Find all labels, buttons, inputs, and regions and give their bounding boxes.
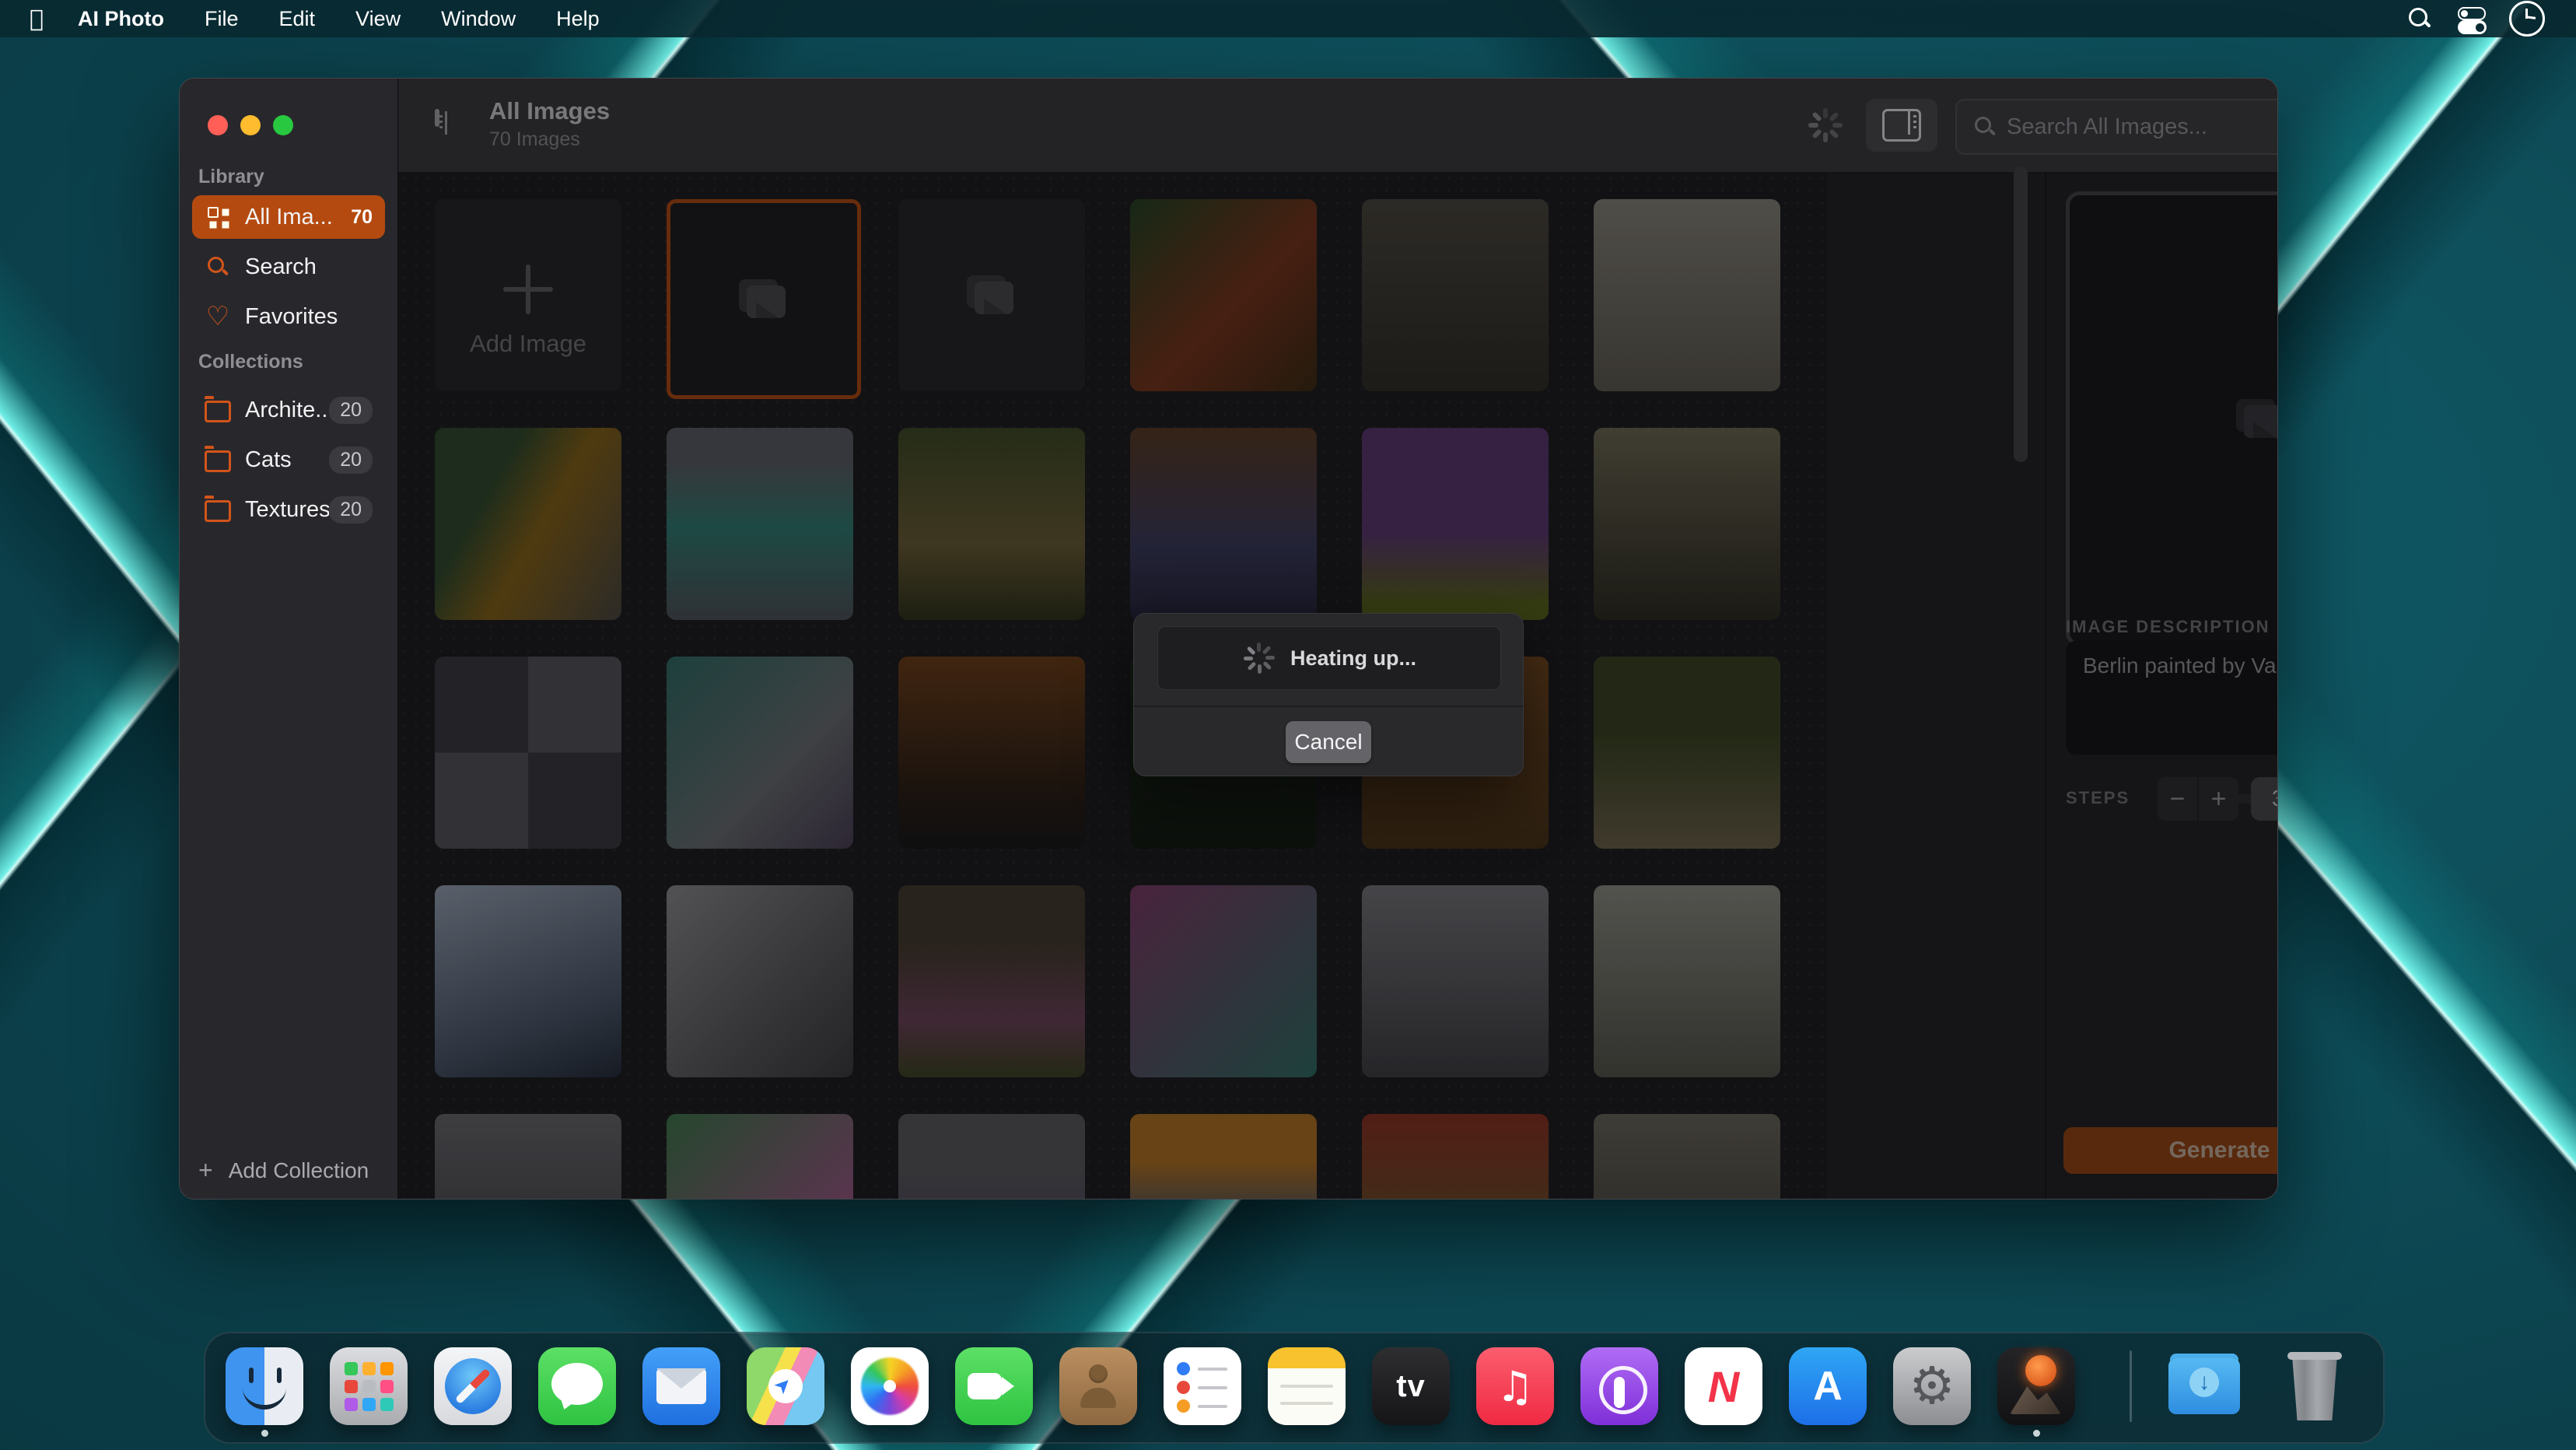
count-badge: 20 bbox=[329, 447, 373, 474]
dock-icon-contacts[interactable] bbox=[1059, 1347, 1137, 1425]
dock-icon-launchpad[interactable] bbox=[330, 1347, 408, 1425]
sidebar-item-favorites[interactable]: ♡ Favorites bbox=[192, 295, 385, 338]
sidebar-item-label: Textures bbox=[245, 497, 329, 523]
heart-icon: ♡ bbox=[205, 306, 231, 327]
dock-icon-maps[interactable] bbox=[747, 1347, 824, 1425]
dock-icon-news[interactable] bbox=[1685, 1347, 1762, 1425]
folder-icon bbox=[205, 497, 231, 522]
app-window: Library All Ima...70 Search ♡ Favorites Col… bbox=[179, 78, 2278, 1200]
progress-message-box: Heating up... bbox=[1157, 626, 1501, 690]
menu-window[interactable]: Window bbox=[441, 7, 516, 31]
sidebar-item-label: Search bbox=[245, 254, 385, 280]
dock-icon-messages[interactable] bbox=[538, 1347, 616, 1425]
dock-icon-podcasts[interactable] bbox=[1580, 1347, 1658, 1425]
menu-edit[interactable]: Edit bbox=[279, 7, 316, 31]
sidebar: Library All Ima...70 Search ♡ Favorites Col… bbox=[180, 79, 398, 1199]
app-menu-title[interactable]: AI Photo bbox=[78, 7, 164, 31]
dock-icon-finder[interactable] bbox=[226, 1347, 303, 1425]
menu-bar:  AI Photo File Edit View Window Help bbox=[0, 0, 2576, 37]
collections-header: Collections bbox=[198, 351, 303, 373]
dock-icon-aiphoto[interactable] bbox=[1997, 1347, 2075, 1425]
sidebar-item-label: Favorites bbox=[245, 304, 385, 330]
sidebar-item-all-images[interactable]: All Ima...70 bbox=[192, 195, 385, 239]
sidebar-item-label: Archite... bbox=[245, 398, 329, 423]
apple-menu-icon[interactable]:  bbox=[30, 5, 44, 33]
control-center-icon[interactable] bbox=[2458, 5, 2484, 32]
dock bbox=[204, 1332, 2385, 1444]
activity-spinner-icon bbox=[1242, 641, 1276, 675]
sidebar-item-label: All Ima... bbox=[245, 205, 351, 230]
cancel-button[interactable]: Cancel bbox=[1286, 721, 1371, 763]
dock-icon-reminders[interactable] bbox=[1164, 1347, 1241, 1425]
add-collection-button[interactable]: + Add Collection bbox=[198, 1156, 369, 1185]
dock-icon-downloads[interactable] bbox=[2165, 1347, 2243, 1425]
dock-icon-facetime[interactable] bbox=[955, 1347, 1033, 1425]
menu-view[interactable]: View bbox=[355, 7, 401, 31]
zoom-window-button[interactable] bbox=[273, 115, 293, 135]
search-icon bbox=[205, 256, 231, 278]
sidebar-item-architecture[interactable]: Archite...20 bbox=[192, 388, 385, 432]
dock-icon-mail[interactable] bbox=[642, 1347, 720, 1425]
search-icon[interactable] bbox=[2406, 5, 2433, 32]
sidebar-item-textures[interactable]: Textures20 bbox=[192, 488, 385, 531]
count-badge: 20 bbox=[329, 496, 373, 524]
clock-icon[interactable] bbox=[2509, 1, 2545, 37]
progress-dialog: Heating up... Cancel bbox=[1133, 613, 1524, 776]
count-badge: 70 bbox=[351, 206, 373, 229]
sidebar-item-search[interactable]: Search bbox=[192, 245, 385, 289]
dock-icon-tv[interactable] bbox=[1372, 1347, 1450, 1425]
dock-divider bbox=[2130, 1350, 2132, 1422]
minimize-window-button[interactable] bbox=[240, 115, 261, 135]
dock-icon-appstore[interactable] bbox=[1789, 1347, 1867, 1425]
menu-file[interactable]: File bbox=[205, 7, 239, 31]
count-badge: 20 bbox=[329, 397, 373, 424]
sidebar-item-cats[interactable]: Cats20 bbox=[192, 438, 385, 482]
dock-icon-photos[interactable] bbox=[851, 1347, 929, 1425]
running-indicator bbox=[261, 1430, 268, 1437]
sidebar-item-label: Cats bbox=[245, 447, 329, 473]
dialog-divider bbox=[1134, 706, 1523, 707]
progress-message: Heating up... bbox=[1290, 646, 1416, 671]
add-collection-label: Add Collection bbox=[229, 1158, 369, 1183]
running-indicator bbox=[2033, 1430, 2040, 1437]
dock-icon-trash[interactable] bbox=[2276, 1347, 2354, 1425]
close-window-button[interactable] bbox=[208, 115, 228, 135]
menu-help[interactable]: Help bbox=[556, 7, 600, 31]
plus-icon: + bbox=[198, 1156, 213, 1185]
library-header: Library bbox=[198, 166, 264, 188]
dock-icon-music[interactable] bbox=[1476, 1347, 1554, 1425]
grid-icon bbox=[205, 207, 231, 227]
folder-icon bbox=[205, 447, 231, 472]
dock-icon-settings[interactable] bbox=[1893, 1347, 1971, 1425]
folder-icon bbox=[205, 398, 231, 422]
dock-icon-notes[interactable] bbox=[1268, 1347, 1346, 1425]
dock-icon-safari[interactable] bbox=[434, 1347, 512, 1425]
